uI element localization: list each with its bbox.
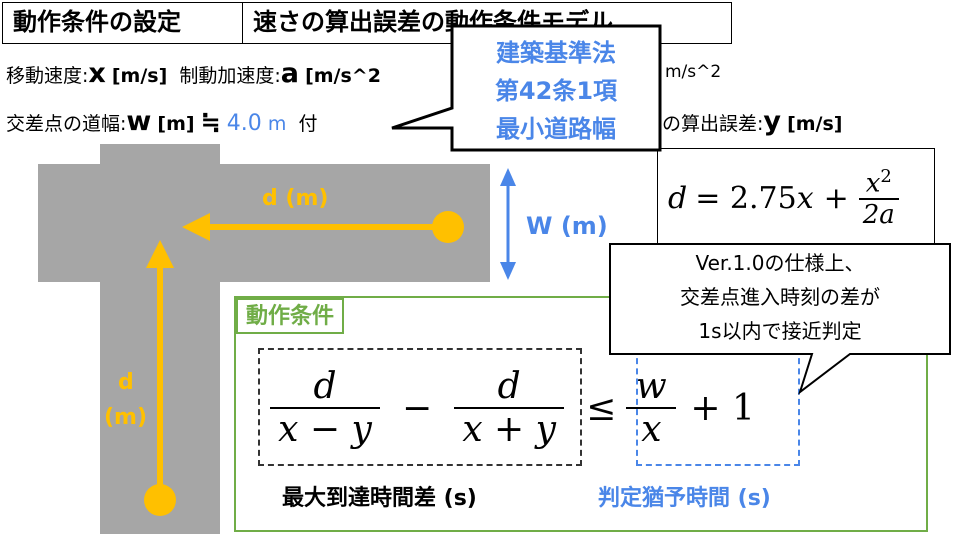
law-callout-line-3: 最小道路幅 <box>496 115 616 143</box>
law-callout-text: 建築基準法 第42条1項 最小道路幅 <box>452 34 660 148</box>
law-callout-line-1: 建築基準法 <box>496 39 616 67</box>
law-callout-line-2: 第42条1項 <box>494 77 618 105</box>
